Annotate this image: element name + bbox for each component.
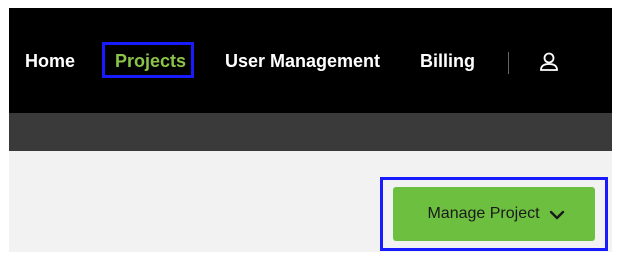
secondary-toolbar: [9, 113, 612, 151]
manage-project-label: Manage Project: [427, 205, 540, 222]
user-icon[interactable]: [537, 50, 561, 74]
nav-divider: [508, 52, 509, 74]
projects-highlight-box: [102, 42, 194, 78]
chevron-down-icon: [549, 208, 565, 220]
manage-project-button[interactable]: Manage Project: [393, 187, 595, 241]
top-navigation-bar: Home Projects User Management Billing: [9, 8, 612, 113]
nav-user-management-link[interactable]: User Management: [225, 50, 380, 72]
nav-home-link[interactable]: Home: [25, 50, 75, 72]
nav-billing-link[interactable]: Billing: [420, 50, 475, 72]
